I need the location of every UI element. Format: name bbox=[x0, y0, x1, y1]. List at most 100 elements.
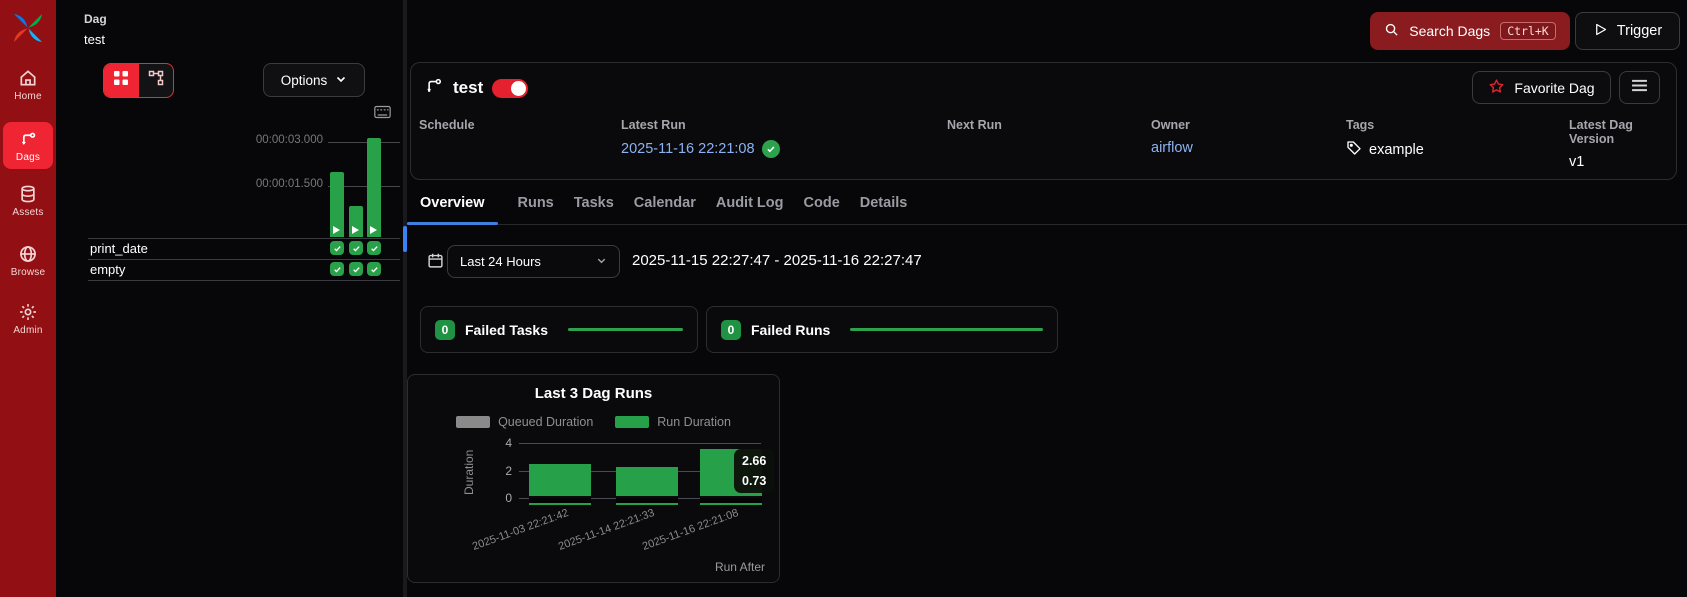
time-range-text: 2025-11-15 22:27:47 - 2025-11-16 22:27:4… bbox=[632, 252, 922, 269]
panel-resize-grip[interactable] bbox=[403, 226, 407, 252]
tab-runs[interactable]: Runs bbox=[518, 181, 554, 224]
sidebar-item-home[interactable]: Home bbox=[0, 68, 56, 102]
tab-details[interactable]: Details bbox=[860, 181, 908, 224]
failed-tasks-count-badge: 0 bbox=[435, 319, 455, 340]
last-3-dag-runs-chart: Last 3 Dag Runs Queued Duration Run Dura… bbox=[407, 374, 780, 583]
breadcrumb-dag-name[interactable]: test bbox=[84, 32, 105, 47]
field-schedule: Schedule bbox=[419, 118, 475, 132]
sidebar-item-dags[interactable]: Dags bbox=[3, 122, 53, 169]
shortcut-badge: Ctrl+K bbox=[1500, 22, 1556, 40]
duration-tick-label: 00:00:03.000 bbox=[255, 134, 323, 146]
field-owner: Owner airflow bbox=[1151, 118, 1193, 156]
dag-pause-toggle[interactable] bbox=[492, 78, 529, 98]
grid-view-icon bbox=[113, 70, 129, 91]
task-instance-success-icon[interactable] bbox=[330, 241, 344, 255]
tab-audit-log[interactable]: Audit Log bbox=[716, 181, 784, 224]
field-latest-run: Latest Run 2025-11-16 22:21:08 bbox=[621, 118, 780, 158]
time-range-select[interactable]: Last 24 Hours bbox=[447, 245, 620, 278]
success-check-icon bbox=[761, 140, 780, 158]
gear-icon bbox=[0, 302, 56, 322]
airflow-logo-icon[interactable] bbox=[11, 11, 45, 45]
task-row-name[interactable]: print_date bbox=[90, 241, 148, 256]
failed-runs-count-badge: 0 bbox=[721, 319, 741, 340]
task-instance-success-icon[interactable] bbox=[367, 241, 381, 255]
sidebar-item-admin[interactable]: Admin bbox=[0, 302, 56, 336]
chart-legend: Queued Duration Run Duration bbox=[408, 415, 779, 429]
options-button[interactable]: Options bbox=[263, 63, 365, 97]
task-row-name[interactable]: empty bbox=[90, 262, 125, 277]
chart-title: Last 3 Dag Runs bbox=[534, 385, 653, 402]
calendar-icon bbox=[427, 252, 444, 274]
task-instance-success-icon[interactable] bbox=[330, 262, 344, 276]
chevron-down-icon bbox=[596, 254, 607, 269]
dag-run-bar[interactable] bbox=[349, 206, 363, 237]
grid-view-button[interactable] bbox=[104, 64, 139, 97]
task-instance-success-icon[interactable] bbox=[349, 241, 363, 255]
failed-runs-card: 0 Failed Runs bbox=[706, 306, 1058, 353]
sidebar-item-label: Home bbox=[14, 91, 42, 102]
favorite-dag-button[interactable]: Favorite Dag bbox=[1472, 71, 1611, 104]
sidebar-item-browse[interactable]: Browse bbox=[0, 244, 56, 278]
search-dags-button[interactable]: Search Dags Ctrl+K bbox=[1370, 12, 1570, 50]
sidebar: Home Dags Assets Browse Admin bbox=[0, 0, 56, 597]
search-dags-label: Search Dags bbox=[1409, 23, 1491, 39]
queued-duration-segment bbox=[616, 498, 678, 505]
run-duration-mini-chart: 00:00:03.000 00:00:01.500 bbox=[240, 100, 400, 237]
tab-code[interactable]: Code bbox=[804, 181, 840, 224]
globe-icon bbox=[0, 244, 56, 264]
sidebar-item-label: Admin bbox=[13, 325, 43, 336]
toggle-knob bbox=[511, 80, 527, 96]
graph-view-button[interactable] bbox=[139, 64, 174, 97]
sidebar-item-assets[interactable]: Assets bbox=[0, 184, 56, 218]
dag-icon bbox=[3, 129, 53, 149]
time-range-value: Last 24 Hours bbox=[460, 254, 541, 269]
task-instance-success-icon[interactable] bbox=[349, 262, 363, 276]
star-icon bbox=[1488, 78, 1505, 98]
trigger-button[interactable]: Trigger bbox=[1575, 12, 1680, 50]
y-tick: 0 bbox=[505, 491, 512, 505]
dag-run-bar[interactable] bbox=[367, 138, 381, 237]
tab-overview[interactable]: Overview bbox=[407, 181, 498, 225]
run-duration-bar[interactable] bbox=[616, 467, 678, 496]
play-icon bbox=[333, 226, 340, 234]
options-label: Options bbox=[280, 72, 328, 88]
bar-value-labels: 2.66 0.73 bbox=[734, 449, 775, 493]
task-instance-success-icon[interactable] bbox=[367, 262, 381, 276]
dag-header-card: test Favorite Dag Schedule Latest Run 20… bbox=[410, 62, 1677, 180]
dag-title: test bbox=[453, 78, 484, 97]
tab-tasks[interactable]: Tasks bbox=[574, 181, 614, 224]
dag-actions-menu-button[interactable] bbox=[1619, 71, 1660, 104]
legend-run-duration[interactable]: Run Duration bbox=[615, 415, 731, 429]
legend-swatch bbox=[615, 416, 650, 428]
trigger-label: Trigger bbox=[1616, 23, 1663, 39]
gridline bbox=[328, 142, 400, 143]
failed-tasks-card: 0 Failed Tasks bbox=[420, 306, 698, 353]
chevron-down-icon bbox=[335, 73, 347, 88]
dag-run-bar[interactable] bbox=[330, 172, 344, 237]
breadcrumb-section: Dag bbox=[84, 12, 107, 26]
latest-run-link[interactable]: 2025-11-16 22:21:08 bbox=[621, 141, 755, 157]
favorite-dag-label: Favorite Dag bbox=[1514, 79, 1595, 96]
tag-icon bbox=[1346, 140, 1362, 160]
view-toggle bbox=[103, 63, 174, 98]
tag-value[interactable]: example bbox=[1369, 142, 1424, 158]
dag-icon bbox=[423, 75, 444, 101]
field-next-run: Next Run bbox=[947, 118, 1002, 132]
queued-duration-segment bbox=[529, 498, 591, 505]
graph-view-icon bbox=[148, 70, 164, 91]
tab-calendar[interactable]: Calendar bbox=[634, 181, 696, 224]
database-icon bbox=[0, 184, 56, 204]
hamburger-menu-icon bbox=[1631, 79, 1648, 97]
row-divider bbox=[88, 259, 400, 260]
row-divider bbox=[88, 238, 400, 239]
y-axis-label: Duration bbox=[462, 449, 476, 495]
owner-link[interactable]: airflow bbox=[1151, 140, 1193, 156]
legend-queued-duration[interactable]: Queued Duration bbox=[456, 415, 593, 429]
y-tick: 4 bbox=[505, 436, 512, 450]
play-icon bbox=[352, 226, 359, 234]
run-duration-bar[interactable] bbox=[529, 464, 591, 496]
play-icon bbox=[370, 226, 377, 234]
x-axis-label: Run After bbox=[714, 560, 765, 574]
play-outline-icon bbox=[1593, 22, 1608, 41]
legend-swatch bbox=[456, 416, 491, 428]
